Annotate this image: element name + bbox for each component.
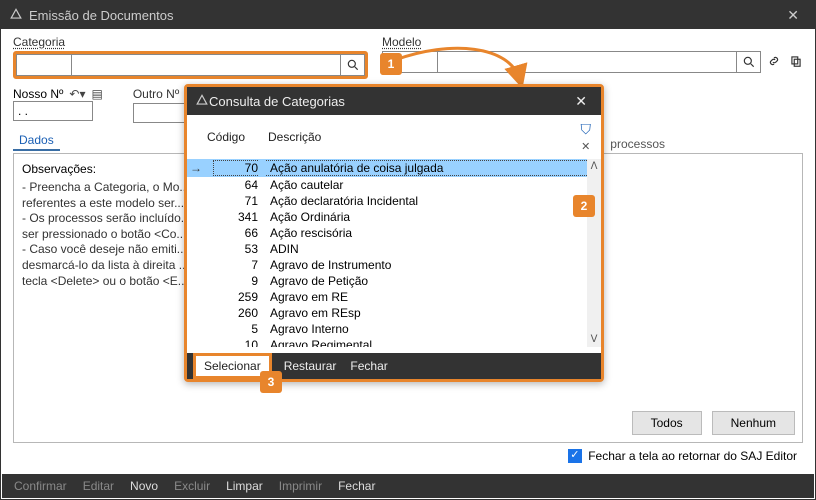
todos-button[interactable]: Todos (632, 411, 702, 435)
confirmar-button[interactable]: Confirmar (14, 479, 67, 493)
cell-codigo: 66 (213, 226, 258, 240)
table-row[interactable]: 9 Agravo de Petição (187, 273, 587, 289)
undo-icon[interactable]: ↶▾ (69, 87, 85, 101)
bottom-toolbar: Confirmar Editar Novo Excluir Limpar Imp… (2, 474, 814, 498)
row-indicator-icon: → (187, 161, 205, 175)
close-icon[interactable]: ✕ (779, 7, 807, 24)
link-icon[interactable] (767, 54, 781, 71)
nosso-no-input[interactable] (13, 101, 93, 121)
cell-codigo: 259 (213, 290, 258, 304)
modelo-desc-input[interactable] (437, 51, 737, 73)
table-row[interactable]: 341 Ação Ordinária (187, 209, 587, 225)
cell-codigo: 260 (213, 306, 258, 320)
cell-codigo: 10 (213, 338, 258, 347)
cell-codigo: 71 (213, 194, 258, 208)
table-row[interactable]: 260 Agravo em REsp (187, 305, 587, 321)
cell-codigo: 7 (213, 258, 258, 272)
fechar-checkbox-label: Fechar a tela ao retornar do SAJ Editor (588, 449, 797, 463)
cell-descricao: Agravo Regimental (266, 338, 587, 347)
props-icon[interactable]: ▤ (91, 87, 102, 101)
scroll-down-icon[interactable]: ᐯ (591, 334, 598, 345)
processos-label: processos (610, 137, 665, 151)
cell-descricao: Ação Ordinária (266, 210, 587, 224)
limpar-button[interactable]: Limpar (226, 479, 263, 493)
callout-1: 1 (380, 53, 402, 75)
table-row[interactable]: 5 Agravo Interno (187, 321, 587, 337)
col-descricao[interactable]: Descrição (268, 130, 565, 144)
table-row[interactable]: 7 Agravo de Instrumento (187, 257, 587, 273)
scrollbar[interactable]: ᐱ ᐯ (587, 159, 601, 347)
callout-3: 3 (260, 371, 282, 393)
nosso-no-field: Nosso Nº ↶▾ ▤ (13, 87, 103, 123)
categoria-label: Categoria (13, 35, 368, 49)
categoria-desc-input[interactable] (71, 54, 341, 76)
grid: → 70 Ação anulatória de coisa julgada 64 Açã… (187, 159, 601, 353)
imprimir-button[interactable]: Imprimir (279, 479, 322, 493)
fechar-button[interactable]: Fechar (338, 479, 375, 493)
dialog-titlebar: Consulta de Categorias ✕ (187, 87, 601, 115)
table-row[interactable]: 64 Ação cautelar (187, 177, 587, 193)
cell-descricao: Ação rescisória (266, 226, 587, 240)
cell-codigo: 53 (213, 242, 258, 256)
excluir-button[interactable]: Excluir (174, 479, 210, 493)
cell-codigo: 341 (213, 210, 258, 224)
modelo-field: Modelo (382, 35, 803, 79)
nenhum-button[interactable]: Nenhum (712, 411, 795, 435)
table-row[interactable]: 53 ADIN (187, 241, 587, 257)
cell-descricao: ADIN (266, 242, 587, 256)
restaurar-button[interactable]: Restaurar (284, 359, 337, 373)
search-icon[interactable] (737, 51, 761, 73)
main-titlebar: Emissão de Documentos ✕ (1, 1, 815, 29)
table-row[interactable]: 66 Ação rescisória (187, 225, 587, 241)
fechar-checkbox[interactable] (568, 449, 582, 463)
grid-headers: Código Descrição ⛉ ✕ (187, 115, 601, 159)
cell-codigo: 5 (213, 322, 258, 336)
cell-descricao: Ação anulatória de coisa julgada (266, 160, 587, 176)
scroll-up-icon[interactable]: ᐱ (591, 161, 598, 172)
dialog-title: Consulta de Categorias (209, 94, 569, 109)
cell-descricao: Agravo de Instrumento (266, 258, 587, 272)
dialog-close-icon[interactable]: ✕ (569, 93, 593, 110)
cell-descricao: Agravo Interno (266, 322, 587, 336)
novo-button[interactable]: Novo (130, 479, 158, 493)
table-row[interactable]: → 70 Ação anulatória de coisa julgada (187, 159, 587, 177)
cell-descricao: Agravo de Petição (266, 274, 587, 288)
tab-dados[interactable]: Dados (13, 131, 60, 151)
filter-icon[interactable]: ⛉ (581, 121, 592, 138)
dialog-icon (195, 93, 209, 110)
editar-button[interactable]: Editar (83, 479, 114, 493)
cell-descricao: Agravo em REsp (266, 306, 587, 320)
copy-icon[interactable] (789, 54, 803, 71)
cell-codigo: 64 (213, 178, 258, 192)
grid-rows: → 70 Ação anulatória de coisa julgada 64 Açã… (187, 159, 587, 347)
app-icon (9, 7, 23, 24)
nosso-no-label: Nosso Nº (13, 87, 63, 101)
cell-codigo: 9 (213, 274, 258, 288)
table-row[interactable]: 10 Agravo Regimental (187, 337, 587, 347)
consulta-dialog: Consulta de Categorias ✕ Código Descriçã… (184, 84, 604, 382)
table-row[interactable]: 71 Ação declaratória Incidental (187, 193, 587, 209)
categoria-field: Categoria (13, 35, 368, 79)
cell-descricao: Agravo em RE (266, 290, 587, 304)
clear-filter-icon[interactable]: ✕ (581, 140, 590, 153)
categoria-code-input[interactable] (16, 54, 71, 76)
callout-2: 2 (573, 195, 595, 217)
table-row[interactable]: 259 Agravo em RE (187, 289, 587, 305)
col-codigo[interactable]: Código (207, 130, 252, 144)
dialog-fechar-button[interactable]: Fechar (350, 359, 387, 373)
main-title: Emissão de Documentos (29, 8, 779, 23)
cell-descricao: Ação declaratória Incidental (266, 194, 587, 208)
cell-descricao: Ação cautelar (266, 178, 587, 192)
search-icon[interactable] (341, 54, 365, 76)
cell-codigo: 70 (213, 160, 258, 176)
dialog-footer: Selecionar Restaurar Fechar (187, 353, 601, 379)
modelo-label: Modelo (382, 35, 803, 49)
